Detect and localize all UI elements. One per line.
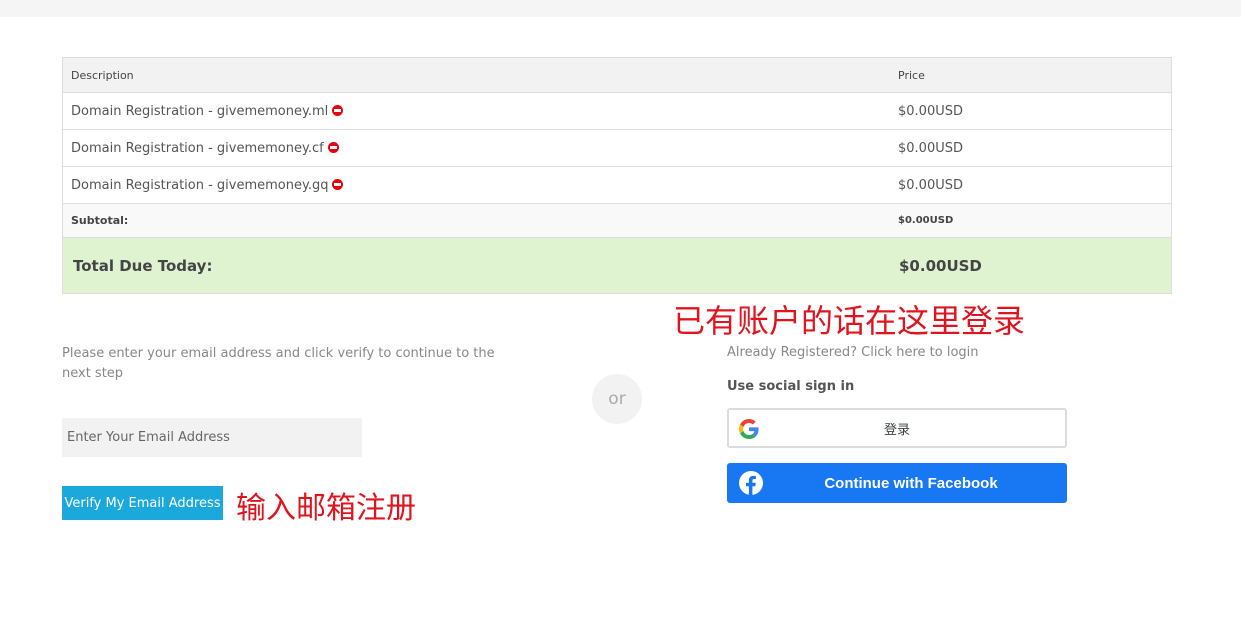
facebook-button-label: Continue with Facebook — [824, 474, 998, 492]
verify-email-button[interactable]: Verify My Email Address — [62, 486, 223, 520]
google-sign-in-button[interactable]: 登录 — [727, 408, 1067, 448]
facebook-sign-in-button[interactable]: Continue with Facebook — [727, 463, 1067, 503]
subtotal-value: $0.00USD — [898, 215, 954, 226]
item-description: Domain Registration - givememoney.cf — [71, 140, 324, 156]
remove-icon[interactable] — [327, 141, 339, 153]
email-input[interactable] — [62, 418, 362, 457]
table-row: Domain Registration - givememoney.cf $0.… — [63, 129, 1171, 166]
item-price: $0.00USD — [898, 140, 963, 156]
order-summary-table: Description Price Domain Registration - … — [62, 57, 1172, 294]
top-bar — [0, 0, 1241, 17]
total-row: Total Due Today: $0.00USD — [63, 237, 1171, 293]
description-header: Description — [71, 68, 134, 82]
remove-icon[interactable] — [332, 178, 344, 190]
table-header: Description Price — [63, 58, 1171, 92]
or-label: or — [608, 389, 626, 409]
social-sign-in-title: Use social sign in — [727, 379, 855, 394]
price-header: Price — [898, 68, 925, 82]
facebook-icon — [739, 471, 763, 495]
subtotal-label: Subtotal: — [71, 214, 129, 227]
item-description: Domain Registration - givememoney.ml — [71, 103, 329, 119]
table-row: Domain Registration - givememoney.gq $0.… — [63, 166, 1171, 203]
remove-icon[interactable] — [332, 104, 344, 116]
register-instructions: Please enter your email address and clic… — [62, 346, 495, 381]
item-price: $0.00USD — [898, 177, 963, 193]
total-value: $0.00USD — [899, 256, 982, 275]
item-description: Domain Registration - givememoney.gq — [71, 177, 329, 193]
subtotal-row: Subtotal: $0.00USD — [63, 203, 1171, 237]
login-link[interactable]: Already Registered? Click here to login — [727, 345, 979, 360]
google-button-label: 登录 — [883, 422, 910, 438]
table-row: Domain Registration - givememoney.ml $0.… — [63, 92, 1171, 129]
login-annotation: 已有账户的话在这里登录 — [673, 302, 1026, 340]
google-icon — [739, 419, 759, 439]
item-price: $0.00USD — [898, 103, 963, 119]
register-annotation: 输入邮箱注册 — [236, 491, 416, 526]
or-divider: or — [592, 374, 642, 424]
total-label: Total Due Today: — [73, 256, 213, 275]
